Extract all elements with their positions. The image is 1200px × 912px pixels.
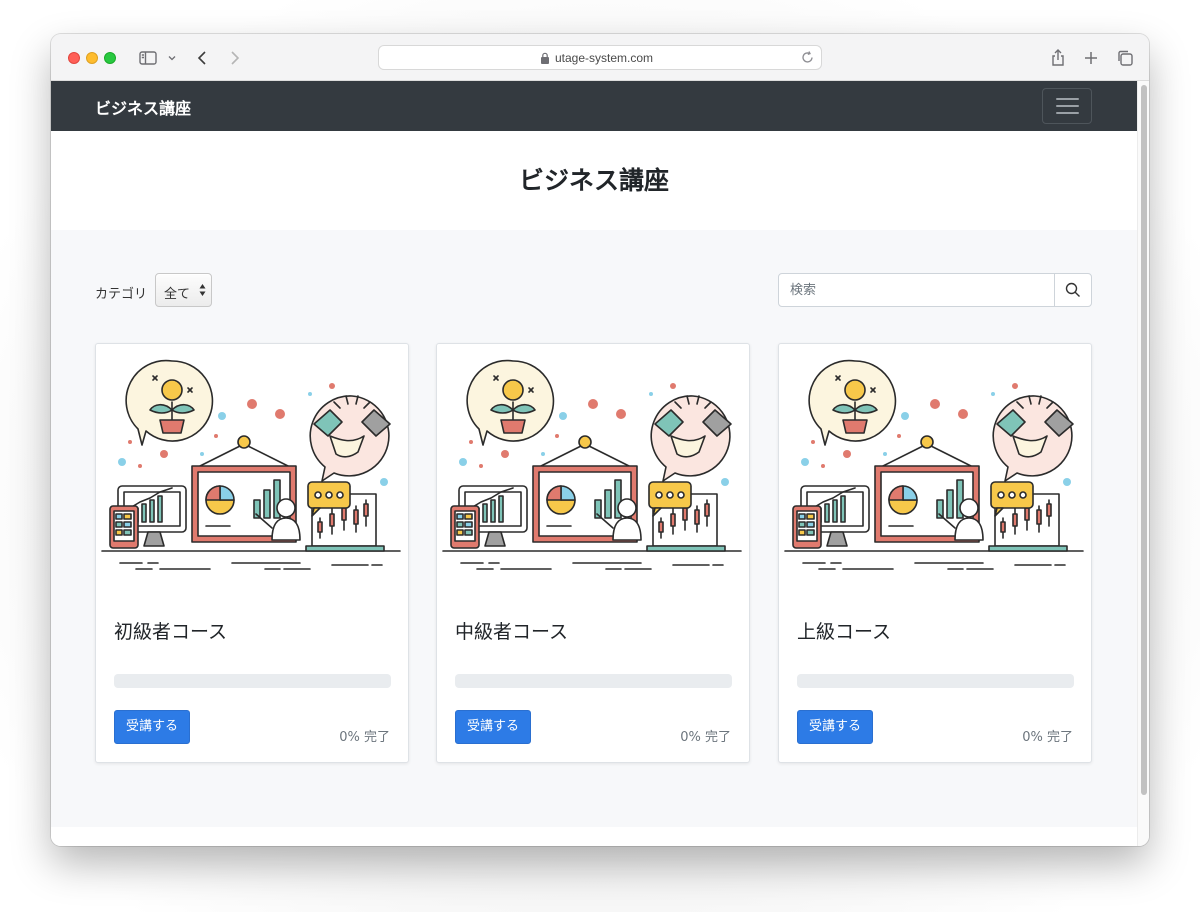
sidebar-icon[interactable] xyxy=(137,47,159,69)
category-selected-value: 全て xyxy=(164,287,191,302)
browser-window: utage-system.com ビジネス講座 ビジネス講座 カテゴリ 全て 検… xyxy=(51,34,1149,846)
enroll-button[interactable]: 受講する xyxy=(455,710,531,744)
minimize-window-button[interactable] xyxy=(86,52,98,64)
progress-text: 0% 完了 xyxy=(680,730,731,745)
select-arrows-icon xyxy=(199,284,206,296)
browser-toolbar: utage-system.com xyxy=(51,34,1149,81)
course-title: 上級コース xyxy=(797,621,892,643)
course-thumbnail-illustration xyxy=(101,359,401,570)
lock-icon xyxy=(541,52,549,64)
course-card[interactable]: 上級コース 受講する 0% 完了 xyxy=(778,343,1092,763)
progress-bar xyxy=(797,674,1074,688)
course-title: 中級者コース xyxy=(455,621,569,643)
course-thumbnail-illustration xyxy=(442,359,742,570)
page-footer xyxy=(51,827,1137,846)
reload-icon[interactable] xyxy=(800,50,815,65)
zoom-window-button[interactable] xyxy=(104,52,116,64)
page-title: ビジネス講座 xyxy=(518,166,669,195)
search-button[interactable] xyxy=(1054,274,1091,306)
search-input[interactable] xyxy=(779,274,1056,306)
vertical-scrollbar[interactable] xyxy=(1137,81,1149,846)
course-title: 初級者コース xyxy=(114,621,228,643)
page-header: ビジネス講座 xyxy=(51,131,1137,230)
chevron-down-icon[interactable] xyxy=(161,47,176,69)
category-label: カテゴリ xyxy=(95,287,148,302)
tabs-overview-icon[interactable] xyxy=(1114,47,1136,69)
progress-bar xyxy=(455,674,732,688)
page-viewport: ビジネス講座 ビジネス講座 カテゴリ 全て 検索 初級者コース 受講する 0% … xyxy=(51,81,1137,846)
scrollbar-thumb[interactable] xyxy=(1141,85,1147,795)
hamburger-icon[interactable] xyxy=(1042,88,1092,124)
forward-icon[interactable] xyxy=(223,47,245,69)
enroll-button[interactable]: 受講する xyxy=(797,710,873,744)
navbar-brand[interactable]: ビジネス講座 xyxy=(95,95,191,119)
course-thumbnail-illustration xyxy=(784,359,1084,570)
close-window-button[interactable] xyxy=(68,52,80,64)
progress-bar xyxy=(114,674,391,688)
new-tab-icon[interactable] xyxy=(1080,47,1102,69)
progress-text: 0% 完了 xyxy=(339,730,390,745)
search-icon xyxy=(1065,282,1080,297)
back-icon[interactable] xyxy=(192,47,214,69)
category-select[interactable]: 全て xyxy=(155,273,212,307)
course-card[interactable]: 初級者コース 受講する 0% 完了 xyxy=(95,343,409,763)
navbar: ビジネス講座 xyxy=(51,81,1137,131)
course-card[interactable]: 中級者コース 受講する 0% 完了 xyxy=(436,343,750,763)
enroll-button[interactable]: 受講する xyxy=(114,710,190,744)
progress-text: 0% 完了 xyxy=(1022,730,1073,745)
url-text: utage-system.com xyxy=(555,51,654,65)
share-icon[interactable] xyxy=(1047,47,1069,69)
search-group xyxy=(778,273,1092,307)
address-bar[interactable]: utage-system.com xyxy=(378,45,822,70)
